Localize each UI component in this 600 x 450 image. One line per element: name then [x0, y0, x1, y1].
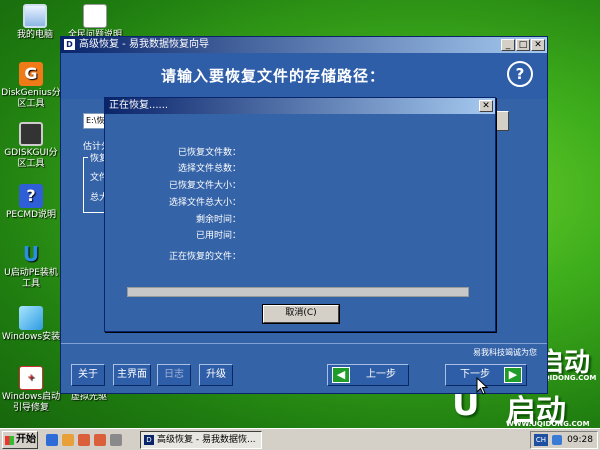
recovery-progress-dialog: 正在恢复...... ✕ 已恢复文件数： 选择文件总数： 已恢复文件大小： 选择…: [104, 97, 496, 332]
selected-size-label: 选择文件总大小：: [168, 198, 241, 208]
remaining-time-label: 剩余时间：: [195, 215, 241, 225]
quicklaunch-explorer-icon[interactable]: [62, 434, 74, 446]
desktop-icon-label: DiskGenius分区工具: [1, 88, 61, 109]
desktop-icon-label: Windows安装: [1, 332, 61, 342]
app-icon: D: [144, 435, 154, 445]
desktop-icon-diskgenius[interactable]: G DiskGenius分区工具: [0, 62, 62, 110]
dialog-title: 正在恢复......: [109, 100, 169, 111]
quicklaunch-ie-icon[interactable]: [46, 434, 58, 446]
desktop-icon-label: 我的电脑: [16, 30, 53, 40]
taskbar: 开始 D 高级恢复 - 易我数据恢... CH 09:28: [0, 428, 600, 450]
help-icon: ?: [19, 184, 43, 208]
language-indicator[interactable]: CH: [534, 434, 548, 446]
desktop-icon-label: PECMD说明: [5, 210, 57, 220]
dialog-close-button[interactable]: ✕: [479, 100, 493, 112]
recovered-count-label: 已恢复文件数：: [177, 148, 241, 158]
cancel-button[interactable]: 取消(C): [262, 304, 340, 324]
dialog-titlebar[interactable]: 正在恢复...... ✕: [105, 98, 495, 114]
taskbar-item-recovery[interactable]: D 高级恢复 - 易我数据恢...: [140, 431, 262, 449]
about-button[interactable]: 关于: [71, 364, 105, 386]
arrow-left-icon: ◀: [332, 367, 350, 383]
clock: 09:28: [567, 435, 593, 445]
recovery-progress-bar: [127, 287, 469, 297]
desktop: 我的电脑 全民问题说明 G DiskGenius分区工具 GDISKGUI分区工…: [0, 0, 600, 428]
quicklaunch-tool-icon[interactable]: [78, 434, 90, 446]
start-button[interactable]: 开始: [2, 431, 38, 449]
recovered-size-label: 已恢复文件大小：: [168, 181, 241, 191]
diskgenius-icon: G: [19, 62, 43, 86]
windows-setup-icon: [19, 306, 43, 330]
elapsed-time-label: 已用时间：: [195, 231, 241, 241]
log-button[interactable]: 日志: [157, 364, 191, 386]
close-button[interactable]: ✕: [531, 39, 545, 51]
wizard-header: 请输入要恢复文件的存储路径：: [61, 53, 547, 99]
minimize-button[interactable]: _: [501, 39, 515, 51]
desktop-icon-label: U启动PE装机工具: [4, 268, 58, 289]
home-button[interactable]: 主界面: [113, 364, 151, 386]
desktop-icon-boot-repair[interactable]: + Windows启动引导修复: [0, 366, 62, 414]
boot-repair-icon: +: [19, 366, 43, 390]
desktop-icon-pecmd[interactable]: ? PECMD说明: [0, 184, 62, 221]
selected-count-label: 选择文件总数：: [177, 164, 241, 174]
window-titlebar[interactable]: D 高级恢复 - 易我数据恢复向导 _ □ ✕: [61, 37, 547, 53]
quicklaunch-drive-icon[interactable]: [110, 434, 122, 446]
brand-logo-bottom-url: WWW.UQIDONG.COM: [506, 420, 590, 428]
app-icon: D: [64, 39, 75, 50]
mouse-cursor-icon: [476, 377, 488, 395]
desktop-icon-windows-setup[interactable]: Windows安装: [0, 306, 62, 343]
arrow-right-icon: ▶: [504, 367, 522, 383]
quicklaunch-media-icon[interactable]: [94, 434, 106, 446]
window-title: 高级恢复 - 易我数据恢复向导: [79, 39, 209, 50]
taskbar-item-title: 高级恢复 - 易我数据恢...: [157, 435, 256, 445]
desktop-icon-u-launcher[interactable]: U U启动PE装机工具: [0, 242, 62, 290]
maximize-button[interactable]: □: [516, 39, 530, 51]
gdiskgui-icon: [19, 122, 43, 146]
system-tray: CH 09:28: [530, 431, 598, 449]
prev-step-label: 上一步: [366, 369, 396, 380]
tray-network-icon[interactable]: [552, 435, 562, 445]
desktop-icon-my-computer[interactable]: 我的电脑: [4, 4, 66, 41]
desktop-icon-label: GDISKGUI分区工具: [4, 148, 58, 169]
windows-flag-icon: [5, 436, 14, 445]
computer-icon: [23, 4, 47, 28]
desktop-icon-gdiskgui[interactable]: GDISKGUI分区工具: [0, 122, 62, 170]
document-icon: [83, 4, 107, 28]
desktop-icon-label: Windows启动引导修复: [1, 392, 61, 413]
site-note: 易我科技竭诚为您: [473, 348, 537, 357]
start-label: 开始: [16, 434, 36, 445]
u-launcher-icon: U: [22, 242, 40, 266]
current-file-label: 正在恢复的文件：: [168, 252, 241, 262]
prev-step-button[interactable]: ◀ 上一步: [327, 364, 409, 386]
help-button[interactable]: ?: [507, 61, 533, 87]
upgrade-button[interactable]: 升级: [199, 364, 233, 386]
